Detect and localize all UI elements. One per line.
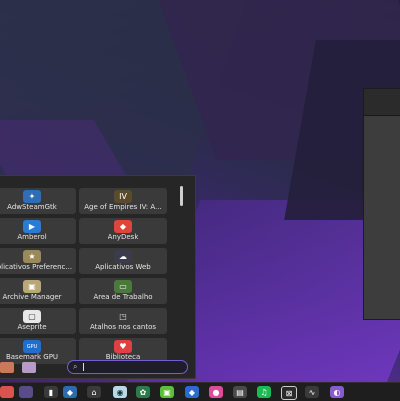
- text-cursor: [83, 363, 85, 371]
- library-icon: ♥: [114, 340, 132, 353]
- app-icon[interactable]: ▤: [233, 386, 247, 398]
- spotify-icon[interactable]: ♫: [257, 386, 271, 398]
- app-icon[interactable]: ●: [209, 386, 223, 398]
- app-grid-scrollbar[interactable]: [180, 186, 183, 206]
- app-icon[interactable]: ◉: [113, 386, 127, 398]
- app-icon[interactable]: ▣: [160, 386, 174, 398]
- app-icon[interactable]: [0, 386, 14, 398]
- app-label: Área de Trabalho: [93, 293, 153, 301]
- background-window[interactable]: [363, 88, 400, 320]
- dropbox-icon[interactable]: ◆: [185, 386, 199, 398]
- preferred-apps-icon: ★: [23, 250, 41, 263]
- app-launcher: ✦ AdwSteamGtk IV Age of Empires IV: A...…: [0, 175, 196, 379]
- window-header[interactable]: [364, 89, 400, 116]
- app-tile[interactable]: ▢ Aseprite: [0, 308, 76, 334]
- app-icon[interactable]: ◆: [63, 386, 77, 398]
- app-label: Atalhos nos cantos: [89, 323, 157, 331]
- app-label: Aseprite: [17, 323, 47, 331]
- app-tile[interactable]: ◳ Atalhos nos cantos: [79, 308, 167, 334]
- folder-icon[interactable]: [22, 362, 36, 373]
- app-label: Archive Manager: [2, 293, 62, 301]
- aseprite-icon: ▢: [23, 310, 41, 323]
- taskbar: ▮ ◆ ⌂ ◉ ✿ ▣ ◆ ● ▤ ♫ ⊠ ∿ ◐: [0, 382, 400, 401]
- app-label: Age of Empires IV: A...: [84, 203, 162, 211]
- app-label: Aplicativos Preferenc...: [0, 263, 73, 271]
- app-icon[interactable]: ▮: [44, 386, 58, 398]
- app-tile[interactable]: ▣ Archive Manager: [0, 278, 76, 304]
- app-label: AnyDesk: [107, 233, 139, 241]
- app-label: AdwSteamGtk: [7, 203, 57, 211]
- app-icon[interactable]: [19, 386, 33, 398]
- app-label: Basemark GPU: [5, 353, 59, 361]
- app-icon[interactable]: ∿: [305, 386, 319, 398]
- app-label: Aplicativos Web: [95, 263, 151, 271]
- app-icon[interactable]: ⊠: [281, 386, 297, 400]
- hot-corners-icon: ◳: [114, 310, 132, 323]
- desktop-icon: ▭: [114, 280, 132, 293]
- anydesk-icon: ◆: [114, 220, 132, 233]
- app-tile[interactable]: ★ Aplicativos Preferenc...: [0, 248, 76, 274]
- app-tile[interactable]: ☁ Aplicativos Web: [79, 248, 167, 274]
- app-icon[interactable]: ✿: [136, 386, 150, 398]
- app-tile[interactable]: GPU Basemark GPU: [0, 338, 76, 364]
- app-tile[interactable]: ✦ AdwSteamGtk: [0, 188, 76, 214]
- app-tile[interactable]: IV Age of Empires IV: A...: [79, 188, 167, 214]
- steam-icon: ✦: [23, 190, 41, 203]
- app-tile[interactable]: ▶ Amberol: [0, 218, 76, 244]
- app-search-input[interactable]: ⌕: [67, 360, 188, 374]
- amberol-icon: ▶: [23, 220, 41, 233]
- app-icon[interactable]: ⌂: [87, 386, 101, 398]
- aoe-icon: IV: [114, 190, 132, 203]
- basemark-icon: GPU: [23, 340, 41, 353]
- app-tile[interactable]: ▭ Área de Trabalho: [79, 278, 167, 304]
- category-icon[interactable]: [0, 362, 14, 373]
- archive-icon: ▣: [23, 280, 41, 293]
- search-icon: ⌕: [73, 362, 78, 371]
- app-tile[interactable]: ◆ AnyDesk: [79, 218, 167, 244]
- web-apps-icon: ☁: [114, 250, 132, 263]
- app-icon[interactable]: ◐: [330, 386, 344, 398]
- app-label: Amberol: [17, 233, 47, 241]
